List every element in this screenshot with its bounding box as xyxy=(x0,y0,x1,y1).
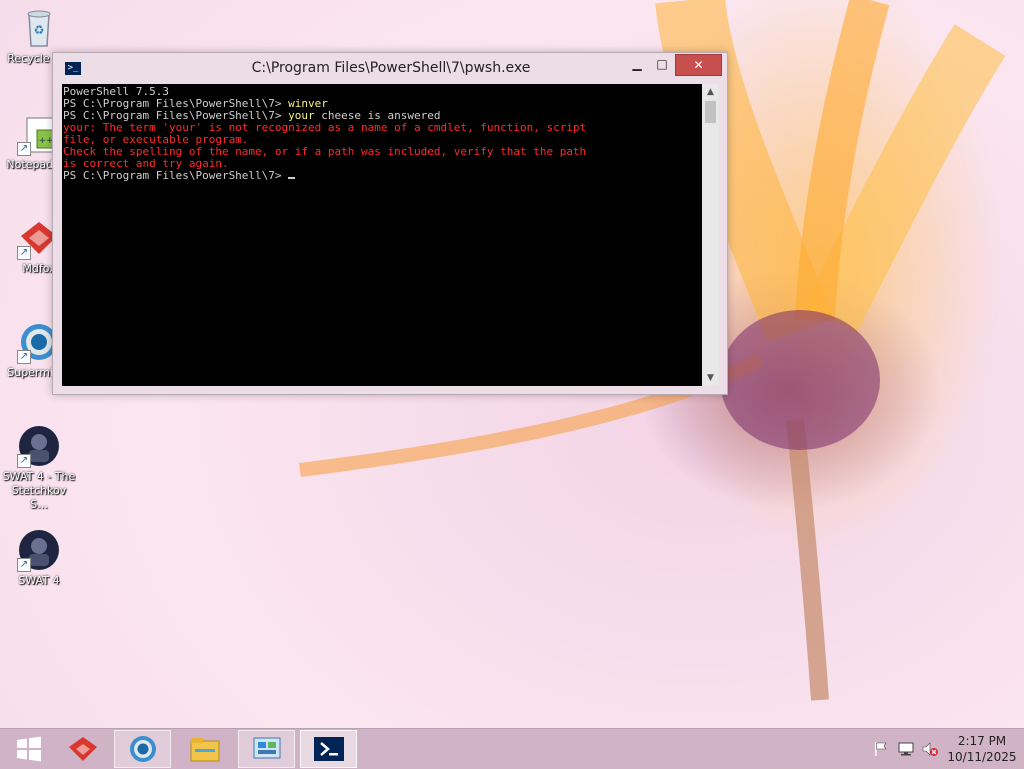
supermium-taskbar[interactable] xyxy=(114,730,171,768)
shortcut-arrow-icon: ↗ xyxy=(17,246,31,260)
shortcut-arrow-icon: ↗ xyxy=(17,350,31,364)
maximize-button[interactable]: □ xyxy=(651,54,673,74)
desktop-icon-label: SWAT 4 xyxy=(18,574,60,587)
recycle-bin-icon: ♻ xyxy=(17,6,61,50)
shortcut-arrow-icon: ↗ xyxy=(17,558,31,572)
scroll-down-icon[interactable]: ▼ xyxy=(702,370,719,386)
minimize-button[interactable]: ▁ xyxy=(626,54,648,74)
scroll-up-icon[interactable]: ▲ xyxy=(702,84,719,100)
desktop-icon-swat4-expansion[interactable]: ↗ SWAT 4 - The Stetchkov S... xyxy=(2,424,76,512)
close-button[interactable]: ✕ xyxy=(675,54,722,76)
taskbar: 2:17 PM 10/11/2025 xyxy=(0,728,1024,769)
scroll-thumb[interactable] xyxy=(705,101,716,123)
text-cursor xyxy=(288,177,296,179)
file-explorer-taskbar[interactable] xyxy=(176,730,233,768)
mdfox-icon xyxy=(68,737,97,761)
window-titlebar[interactable]: >_ C:\Program Files\PowerShell\7\pwsh.ex… xyxy=(53,53,727,83)
prompt-text: PS C:\Program Files\PowerShell\7> xyxy=(63,169,289,182)
console-output[interactable]: PowerShell 7.5.3 PS C:\Program Files\Pow… xyxy=(62,84,702,386)
control-panel-icon xyxy=(253,737,280,759)
swat4-icon: ↗ xyxy=(17,528,61,572)
windows-logo-icon xyxy=(16,736,41,762)
start-button[interactable] xyxy=(0,730,57,768)
shortcut-arrow-icon: ↗ xyxy=(17,454,31,468)
action-center-flag-icon[interactable] xyxy=(872,740,890,758)
powershell-taskbar[interactable] xyxy=(300,730,357,768)
control-panel-taskbar[interactable] xyxy=(238,730,295,768)
folder-icon xyxy=(190,738,219,762)
volume-muted-icon[interactable] xyxy=(921,740,939,758)
shortcut-arrow-icon: ↗ xyxy=(17,142,31,156)
network-icon[interactable] xyxy=(897,740,915,758)
powershell-window[interactable]: >_ C:\Program Files\PowerShell\7\pwsh.ex… xyxy=(52,52,728,395)
desktop-icon-label: SWAT 4 - The Stetchkov S... xyxy=(2,470,76,511)
supermium-icon xyxy=(129,736,156,762)
mdfox-taskbar[interactable] xyxy=(54,730,111,768)
powershell-icon xyxy=(313,737,344,761)
svg-text:♻: ♻ xyxy=(34,23,45,37)
swat4-expansion-icon: ↗ xyxy=(17,424,61,468)
system-clock[interactable]: 2:17 PM 10/11/2025 xyxy=(944,733,1020,765)
desktop-icon-swat4[interactable]: ↗ SWAT 4 xyxy=(2,528,76,588)
clock-time: 2:17 PM xyxy=(957,734,1007,748)
vertical-scrollbar[interactable]: ▲ ▼ xyxy=(702,84,719,386)
clock-date: 10/11/2025 xyxy=(947,750,1017,764)
console-line: PS C:\Program Files\PowerShell\7> xyxy=(63,170,702,182)
